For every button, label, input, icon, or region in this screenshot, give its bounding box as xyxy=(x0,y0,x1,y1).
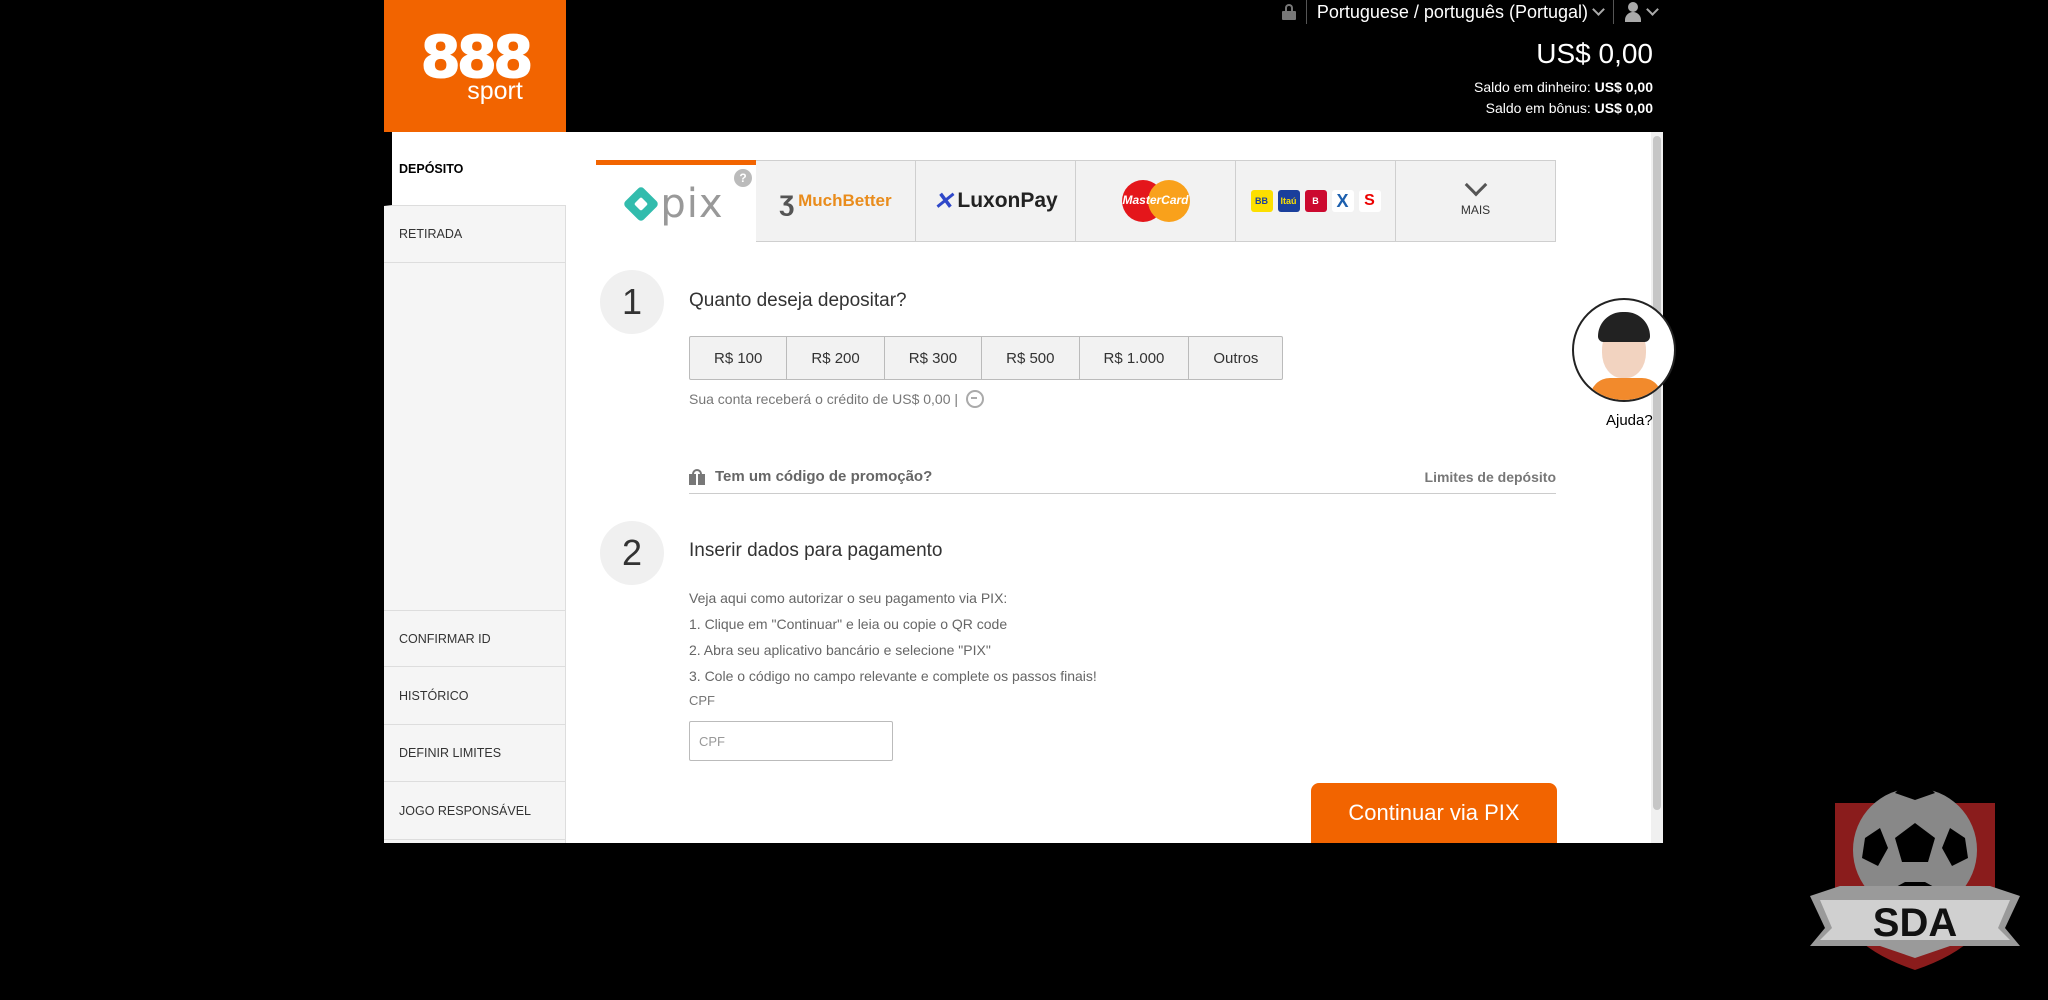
language-selector[interactable]: Portuguese / português (Portugal) xyxy=(1316,1,1605,23)
method-luxonpay[interactable]: ✕ LuxonPay xyxy=(916,160,1076,242)
bonus-balance-value: US$ 0,00 xyxy=(1594,100,1653,116)
bonus-balance-label: Saldo em bônus: xyxy=(1485,100,1591,116)
step-2-number: 2 xyxy=(600,521,664,585)
balance-total: US$ 0,00 xyxy=(1536,38,1653,69)
step-2-title: Inserir dados para pagamento xyxy=(689,540,943,561)
sidebar-item-withdraw[interactable]: RETIRADA xyxy=(384,206,566,263)
payment-method-tabs: pix ? ʒ MuchBetter ✕ LuxonPay MasterCard… xyxy=(596,160,1556,242)
amount-option[interactable]: R$ 200 xyxy=(787,337,885,379)
logo-number: 888 xyxy=(420,23,534,91)
instruction-line: 3. Cole o código no campo relevante e co… xyxy=(689,668,1097,684)
bank-brasil-icon: BB xyxy=(1250,190,1273,212)
divider xyxy=(1613,0,1614,24)
amount-option[interactable]: R$ 300 xyxy=(885,337,983,379)
instruction-line: 1. Clique em "Continuar" e leia ou copie… xyxy=(689,616,1008,632)
cpf-input[interactable] xyxy=(689,721,893,761)
sidebar-item-confirm-id[interactable]: CONFIRMAR ID xyxy=(384,610,566,667)
amount-option[interactable]: R$ 1.000 xyxy=(1080,337,1190,379)
bank-bradesco-icon: B xyxy=(1304,190,1327,212)
pix-diamond-icon xyxy=(623,185,660,222)
promo-code-label: Tem um código de promoção? xyxy=(715,468,933,485)
cash-balance-label: Saldo em dinheiro: xyxy=(1473,79,1591,95)
help-label: Ajuda? xyxy=(1606,412,1653,429)
method-more[interactable]: MAIS xyxy=(1396,160,1556,242)
instruction-line: Veja aqui como autorizar o seu pagamento… xyxy=(689,590,1008,606)
bank-itau-icon: Itaú xyxy=(1277,190,1300,212)
language-label: Portuguese / português (Portugal) xyxy=(1316,1,1588,22)
bank-santander-icon: S xyxy=(1358,190,1381,212)
method-banks[interactable]: BB Itaú B X S xyxy=(1236,160,1396,242)
refresh-icon[interactable] xyxy=(966,390,985,408)
amount-option[interactable]: R$ 500 xyxy=(982,337,1080,379)
sidebar-item-responsible-gaming[interactable]: JOGO RESPONSÁVEL xyxy=(384,783,566,840)
deposit-panel: pix ? ʒ MuchBetter ✕ LuxonPay MasterCard… xyxy=(566,132,1663,843)
luxonpay-logo: ✕ LuxonPay xyxy=(933,187,1058,215)
pix-logo: pix xyxy=(623,181,723,227)
app-root: 888 sport Portuguese / português (Portug… xyxy=(0,0,2048,1000)
step-1-title: Quanto deseja depositar? xyxy=(689,290,907,311)
instruction-line: 2. Abra seu aplicativo bancário e seleci… xyxy=(689,642,991,658)
sidebar: DEPÓSITO RETIRADA CONFIRMAR ID HISTÓRICO… xyxy=(384,132,566,843)
top-bar: Portuguese / português (Portugal) xyxy=(1281,0,1659,24)
promo-row: Tem um código de promoção? Limites de de… xyxy=(689,460,1556,494)
step-1-number: 1 xyxy=(600,270,664,334)
method-muchbetter[interactable]: ʒ MuchBetter xyxy=(756,160,916,242)
help-avatar xyxy=(1572,298,1676,402)
sidebar-item-deposit[interactable]: DEPÓSITO xyxy=(384,132,566,206)
chevron-down-icon xyxy=(1646,2,1659,16)
sidebar-item-set-limits[interactable]: DEFINIR LIMITES xyxy=(384,725,566,782)
user-menu[interactable] xyxy=(1624,2,1659,22)
mastercard-logo: MasterCard xyxy=(1121,180,1190,222)
sda-watermark-logo: SDA xyxy=(1810,786,2020,970)
sidebar-item-history[interactable]: HISTÓRICO xyxy=(384,668,566,725)
pix-instructions: Veja aqui como autorizar o seu pagamento… xyxy=(689,585,1097,689)
chevron-down-icon xyxy=(1464,173,1487,197)
muchbetter-icon: ʒ xyxy=(779,185,795,216)
amount-option[interactable]: R$ 100 xyxy=(690,337,788,379)
method-pix[interactable]: pix ? xyxy=(596,160,756,242)
bank-caixa-icon: X xyxy=(1331,190,1354,212)
deposit-limits-link[interactable]: Limites de depósito xyxy=(1425,469,1556,485)
promo-code-toggle[interactable]: Tem um código de promoção? xyxy=(689,468,932,485)
bonus-balance: Saldo em bônus: US$ 0,00 xyxy=(1486,100,1653,116)
lock-icon xyxy=(1281,4,1296,20)
gift-icon xyxy=(689,468,705,485)
chevron-down-icon xyxy=(1592,2,1605,16)
brand-logo[interactable]: 888 sport xyxy=(384,0,566,132)
help-question-icon[interactable]: ? xyxy=(734,169,752,187)
divider xyxy=(1305,0,1307,24)
cash-balance-value: US$ 0,00 xyxy=(1594,79,1653,95)
bank-logos: BB Itaú B X S xyxy=(1250,190,1381,212)
luxonpay-icon: ✕ xyxy=(933,187,954,215)
method-mastercard[interactable]: MasterCard xyxy=(1076,160,1236,242)
continue-pix-button[interactable]: Continuar via PIX xyxy=(1311,783,1557,843)
credit-info: Sua conta receberá o crédito de US$ 0,00… xyxy=(689,390,985,408)
cash-balance: Saldo em dinheiro: US$ 0,00 xyxy=(1474,79,1653,95)
cpf-label: CPF xyxy=(689,693,715,708)
amount-option-other[interactable]: Outros xyxy=(1189,337,1282,379)
amount-options: R$ 100 R$ 200 R$ 300 R$ 500 R$ 1.000 Out… xyxy=(689,336,1284,380)
credit-text: Sua conta receberá o crédito de US$ 0,00… xyxy=(689,391,959,407)
logo-sub: sport xyxy=(467,77,523,105)
muchbetter-logo: ʒ MuchBetter xyxy=(779,185,892,216)
sda-text: SDA xyxy=(1873,901,1957,945)
scrollbar-thumb[interactable] xyxy=(1653,136,1661,810)
help-chat-widget[interactable]: Ajuda? xyxy=(1572,298,1676,433)
user-icon xyxy=(1624,2,1642,22)
